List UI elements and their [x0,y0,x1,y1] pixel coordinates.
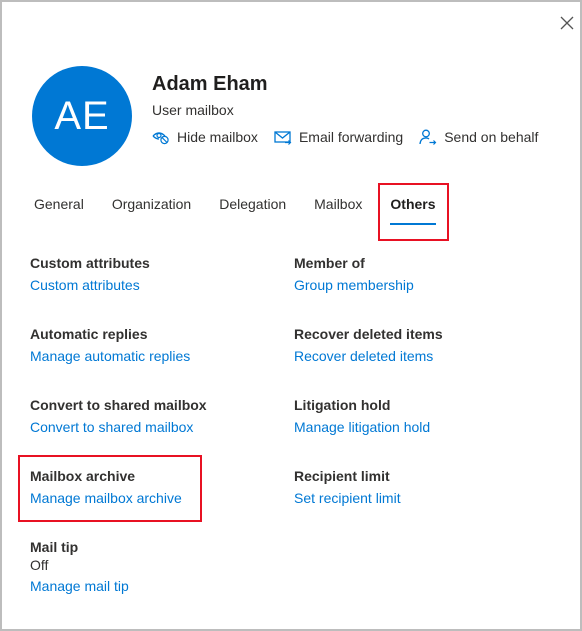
manage-mailbox-archive-link[interactable]: Manage mailbox archive [30,490,182,506]
set-recipient-limit-link[interactable]: Set recipient limit [294,490,401,506]
close-button[interactable] [557,13,577,33]
convert-to-shared-mailbox-link[interactable]: Convert to shared mailbox [30,419,193,435]
section-title: Automatic replies [30,326,148,342]
avatar-initials: AE [54,93,110,138]
hide-mailbox-button[interactable]: Hide mailbox [152,129,258,145]
user-name: Adam Eham [152,73,268,95]
email-forwarding-label: Email forwarding [298,129,404,145]
section-title: Litigation hold [294,397,391,413]
section-recover-deleted-items: Recover deleted items Recover deleted it… [294,326,443,364]
custom-attributes-link[interactable]: Custom attributes [30,277,140,293]
tab-list: General Organization Delegation Mailbox … [24,194,454,234]
mailbox-type: User mailbox [152,102,234,118]
close-icon [560,16,574,30]
tab-delegation[interactable]: Delegation [209,194,296,234]
section-mail-tip: Mail tip Off Manage mail tip [30,539,129,594]
group-membership-link[interactable]: Group membership [294,277,414,293]
hide-mailbox-label: Hide mailbox [177,129,258,145]
send-on-behalf-button[interactable]: Send on behalf [419,129,538,145]
mailbox-details-panel: AE Adam Eham User mailbox Hide mailbox E… [0,0,582,631]
manage-litigation-hold-link[interactable]: Manage litigation hold [294,419,430,435]
hide-mailbox-icon [152,132,169,145]
section-member-of: Member of Group membership [294,255,414,293]
send-on-behalf-icon [419,129,437,145]
section-title: Mailbox archive [30,468,136,484]
section-litigation-hold: Litigation hold Manage litigation hold [294,397,430,435]
send-on-behalf-label: Send on behalf [444,129,539,145]
tab-general[interactable]: General [24,194,94,234]
tab-organization[interactable]: Organization [102,194,201,234]
avatar: AE [32,66,132,166]
header-actions: Hide mailbox Email forwarding Send on be… [152,129,554,145]
section-custom-attributes: Custom attributes Custom attributes [30,255,150,293]
section-automatic-replies: Automatic replies Manage automatic repli… [30,326,190,364]
section-title: Mail tip [30,539,79,555]
section-convert-shared: Convert to shared mailbox Convert to sha… [30,397,207,435]
section-mailbox-archive: Mailbox archive Manage mailbox archive [30,468,182,506]
section-title: Recipient limit [294,468,390,484]
manage-mail-tip-link[interactable]: Manage mail tip [30,578,129,594]
tab-others[interactable]: Others [380,194,445,234]
recover-deleted-items-link[interactable]: Recover deleted items [294,348,433,364]
section-title: Convert to shared mailbox [30,397,207,413]
section-title: Member of [294,255,365,271]
email-forwarding-button[interactable]: Email forwarding [274,129,403,145]
section-title: Recover deleted items [294,326,443,342]
tab-mailbox[interactable]: Mailbox [304,194,372,234]
section-recipient-limit: Recipient limit Set recipient limit [294,468,401,506]
manage-automatic-replies-link[interactable]: Manage automatic replies [30,348,190,364]
mail-tip-value: Off [30,557,49,573]
section-title: Custom attributes [30,255,150,271]
email-forwarding-icon [274,131,292,145]
